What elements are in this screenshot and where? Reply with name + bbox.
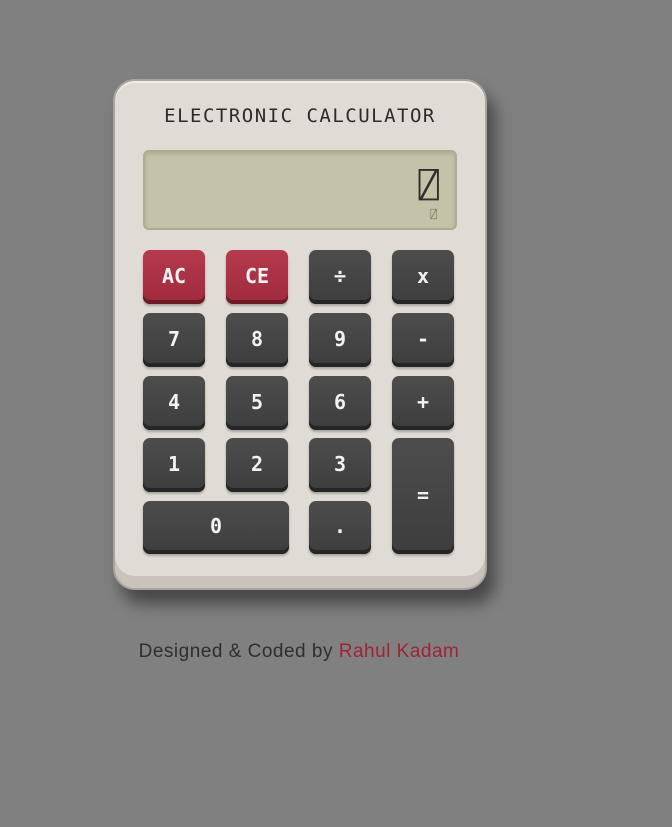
multiply-button[interactable]: x <box>392 250 454 304</box>
digit-3-button[interactable]: 3 <box>309 438 371 492</box>
digit-8-label: 8 <box>250 326 264 351</box>
digit-1-label: 1 <box>167 451 181 476</box>
digit-2-button[interactable]: 2 <box>226 438 288 492</box>
digit-3-label: 3 <box>333 451 347 476</box>
digit-9-button[interactable]: 9 <box>309 313 371 367</box>
minus-button[interactable]: - <box>392 313 454 367</box>
calculator: ELECTRONIC CALCULATOR ⍁ ⍁ AC CE ÷ x 7 8 … <box>113 79 487 590</box>
decimal-label: . <box>333 514 347 538</box>
digit-8-button[interactable]: 8 <box>226 313 288 367</box>
display-value: ⍁ <box>418 166 439 206</box>
digit-1-button[interactable]: 1 <box>143 438 205 492</box>
divide-label: ÷ <box>333 263 347 288</box>
digit-7-button[interactable]: 7 <box>143 313 205 367</box>
multiply-label: x <box>416 263 430 288</box>
digit-4-label: 4 <box>167 389 181 414</box>
clear-all-button[interactable]: AC <box>143 250 205 304</box>
digit-5-button[interactable]: 5 <box>226 376 288 430</box>
digit-5-label: 5 <box>250 389 264 414</box>
calculator-display: ⍁ ⍁ <box>143 150 457 230</box>
digit-0-button[interactable]: 0 <box>143 501 289 554</box>
digit-4-button[interactable]: 4 <box>143 376 205 430</box>
calculator-title: ELECTRONIC CALCULATOR <box>164 105 436 127</box>
digit-9-label: 9 <box>333 326 347 351</box>
equals-label: = <box>416 482 430 507</box>
minus-label: - <box>416 326 430 351</box>
equals-button[interactable]: = <box>392 438 454 554</box>
credit-prefix: Designed & Coded by <box>138 641 339 662</box>
digit-2-label: 2 <box>250 451 264 476</box>
digit-7-label: 7 <box>167 326 181 351</box>
clear-all-label: AC <box>161 263 187 288</box>
author-name: Rahul Kadam <box>338 641 460 662</box>
decimal-button[interactable]: . <box>309 501 371 554</box>
digit-6-button[interactable]: 6 <box>309 376 371 430</box>
credit-line: Designed & Coded by Rahul Kadam <box>0 641 598 663</box>
plus-label: + <box>416 389 430 414</box>
clear-entry-label: CE <box>244 263 270 288</box>
plus-button[interactable]: + <box>392 376 454 430</box>
digit-0-label: 0 <box>209 514 223 538</box>
clear-entry-button[interactable]: CE <box>226 250 288 304</box>
divide-button[interactable]: ÷ <box>309 250 371 304</box>
digit-6-label: 6 <box>333 389 347 414</box>
display-history: ⍁ <box>430 208 437 221</box>
